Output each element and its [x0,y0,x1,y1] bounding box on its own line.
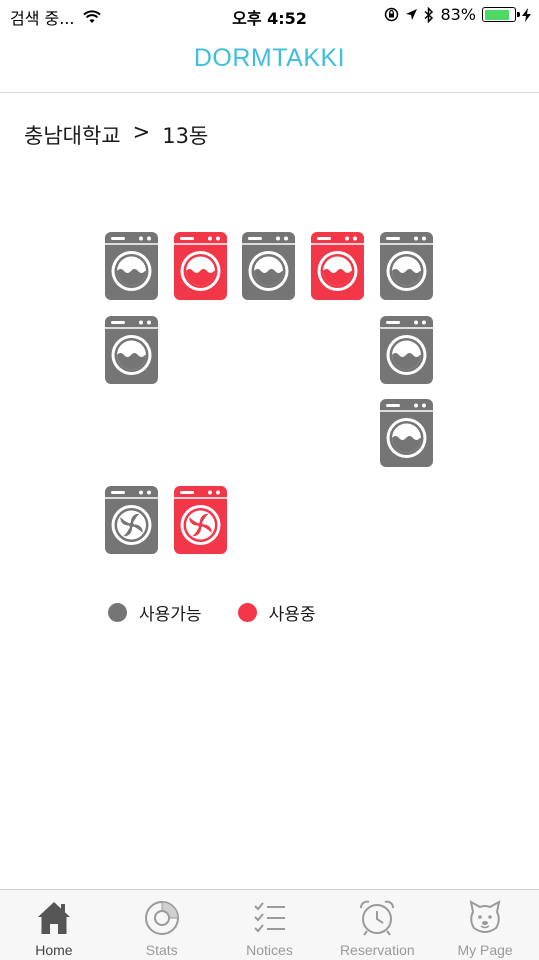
washing-machine-icon [380,320,433,375]
in-use-dot-icon [237,603,257,622]
legend-available: 사용가능 [108,600,202,625]
location-arrow-icon [406,9,418,20]
stats-icon [144,901,179,935]
legend-in-use-label: 사용중 [268,605,316,625]
washer-busy[interactable] [174,232,227,300]
tab-home-label: Home [35,942,73,958]
alarm-clock-icon [360,900,395,936]
washing-machine-icon [311,236,364,291]
washer-free[interactable] [380,316,433,384]
breadcrumb-separator: > [132,120,151,144]
bluetooth-icon [424,6,434,23]
battery-percent: 83% [440,5,476,24]
washing-machine-icon [105,320,158,375]
tab-home[interactable]: Home [0,890,108,960]
breadcrumb-building: 13동 [162,124,209,148]
notices-icon [254,902,286,933]
status-legend: 사용가능 사용중 [108,600,351,625]
washer-free[interactable] [242,232,295,300]
tab-stats[interactable]: Stats [108,890,216,960]
washer-free[interactable] [380,399,433,467]
washing-machine-icon [380,236,433,291]
tab-notices-label: Notices [246,942,293,958]
washer-free[interactable] [105,316,158,384]
tab-reservation[interactable]: Reservation [323,890,431,960]
legend-in-use: 사용중 [237,600,316,625]
dryer-busy[interactable] [174,486,227,554]
tab-reservation-label: Reservation [339,942,415,958]
dryer-free[interactable] [105,486,158,554]
washing-machine-icon [105,236,158,291]
home-icon [37,902,70,934]
breadcrumb-school: 충남대학교 [24,124,121,148]
tab-my-page-label: My Page [457,942,513,958]
dryer-icon [105,490,158,545]
navigation-bar: DORMTAKKI [0,30,539,93]
washing-machine-icon [380,403,433,458]
dryer-icon [174,490,227,545]
battery-icon [482,7,520,22]
dog-face-icon [469,900,501,933]
tab-stats-label: Stats [145,942,178,958]
tab-my-page[interactable]: My Page [431,890,539,960]
tab-notices[interactable]: Notices [216,890,324,960]
available-dot-icon [108,603,127,622]
breadcrumb: 충남대학교 > 13동 [24,120,208,150]
tab-bar: Home Stats Notices Reservation My Page [0,889,539,960]
charging-bolt-icon [522,7,531,22]
status-bar: 검색 중... 오후 4:52 83% [0,0,539,30]
washing-machine-icon [174,236,227,291]
washer-free[interactable] [380,232,433,300]
app-title: DORMTAKKI [193,44,346,72]
orientation-lock-icon [385,7,399,22]
legend-available-label: 사용가능 [139,605,202,625]
washer-busy[interactable] [311,232,364,300]
washing-machine-icon [242,236,295,291]
washer-free[interactable] [105,232,158,300]
